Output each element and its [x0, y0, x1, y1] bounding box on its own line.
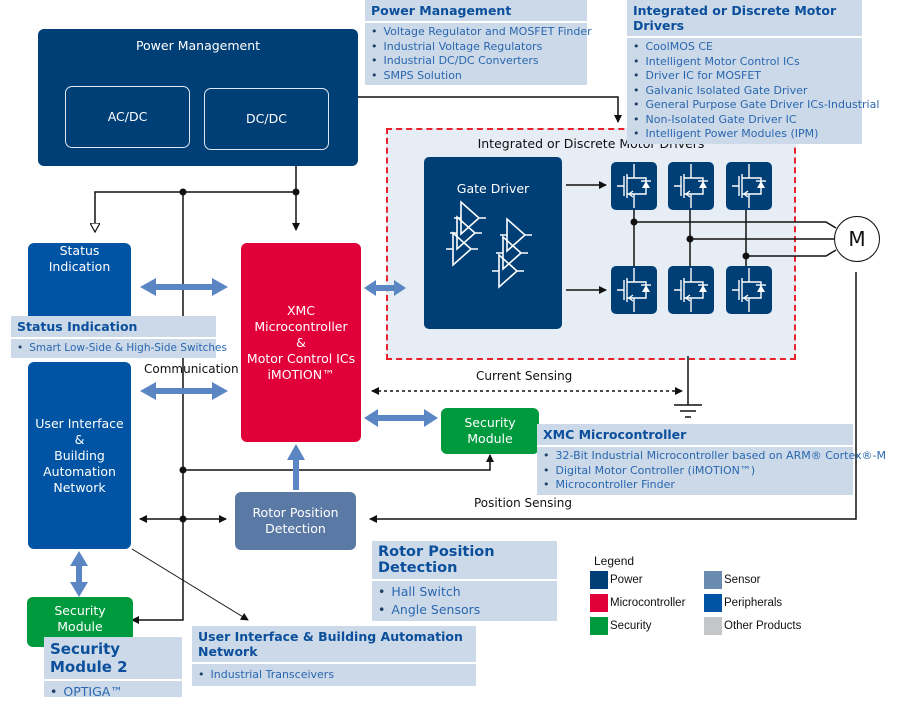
legend-swatch [704, 594, 722, 612]
legend-label: Peripherals [724, 597, 783, 609]
legend-item: Power [590, 571, 704, 589]
mcu-drivers-arrow [364, 280, 406, 296]
power-management-title: Power Management [135, 38, 261, 53]
gate-driver-block[interactable]: Gate Driver [424, 157, 562, 329]
info-xmc-microcontroller[interactable]: XMC Microcontroller 32-Bit Industrial Mi… [537, 424, 887, 495]
communication-label: Communication [144, 362, 239, 376]
legend-title: Legend [594, 554, 635, 568]
info-power-management[interactable]: Power Management Voltage Regulator and M… [365, 0, 592, 85]
motor-symbol[interactable]: M [834, 216, 880, 262]
info-title: Security Module 2 [44, 637, 182, 681]
legend-label: Power [610, 574, 643, 586]
power-bus-left [95, 191, 296, 232]
mosfet-low-3[interactable] [726, 266, 772, 314]
legend-item: Sensor [704, 571, 814, 589]
ui-security-arrow [70, 551, 88, 597]
legend-item: Other Products [704, 617, 814, 635]
info-link[interactable]: Voltage Regulator and MOSFET Finder [371, 25, 592, 40]
mosfet-icon [732, 268, 766, 312]
mosfet-high-2[interactable] [668, 162, 714, 210]
power-management-block[interactable]: Power Management AC/DC DC/DC [38, 29, 358, 166]
info-link[interactable]: Angle Sensors [378, 601, 551, 619]
info-title: Rotor Position Detection [372, 541, 557, 581]
info-title: Status Indication [11, 316, 216, 339]
legend-item: Peripherals [704, 594, 814, 612]
dcdc-block[interactable]: DC/DC [204, 88, 329, 150]
legend-label: Sensor [724, 574, 761, 586]
legend-swatch [590, 594, 608, 612]
info-link[interactable]: Non-Isolated Gate Driver IC [633, 113, 856, 128]
info-motor-drivers[interactable]: Integrated or Discrete Motor Drivers Coo… [627, 0, 880, 144]
info-link[interactable]: OPTIGA™ [50, 683, 176, 701]
info-link[interactable]: 32-Bit Industrial Microcontroller based … [543, 449, 887, 464]
info-link[interactable]: Hall Switch [378, 583, 551, 601]
legend-swatch [704, 571, 722, 589]
rotor-mcu-arrow [287, 444, 305, 490]
info-link[interactable]: Intelligent Power Modules (IPM) [633, 127, 856, 142]
mcu-security-arrow [364, 409, 438, 427]
info-rotor-position[interactable]: Rotor Position Detection Hall Switch Ang… [372, 541, 557, 621]
legend-swatch [590, 571, 608, 589]
info-link[interactable]: Industrial DC/DC Converters [371, 54, 581, 69]
info-link[interactable]: Intelligent Motor Control ICs [633, 55, 856, 70]
info-title: Integrated or Discrete Motor Drivers [627, 0, 862, 38]
mosfet-icon [674, 164, 708, 208]
info-link[interactable]: Smart Low-Side & High-Side Switches [17, 341, 227, 356]
info-security-module-2[interactable]: Security Module 2 OPTIGA™ [44, 637, 182, 699]
info-link[interactable]: Industrial Transceivers [198, 666, 470, 684]
legend-swatch [704, 617, 722, 635]
security-module-right-block[interactable]: Security Module [441, 408, 539, 454]
position-sensing-label: Position Sensing [474, 496, 572, 510]
legend-label: Other Products [724, 620, 802, 632]
legend: Legend Power Sensor Microcontroller Periphe… [590, 554, 814, 635]
legend-item: Security [590, 617, 704, 635]
mosfet-high-3[interactable] [726, 162, 772, 210]
status-mcu-arrow [140, 278, 228, 296]
amplifier-icon [446, 200, 532, 289]
user-interface-block[interactable]: User Interface & Building Automation Net… [28, 362, 131, 549]
rotor-position-block[interactable]: Rotor Position Detection [235, 492, 356, 550]
legend-label: Security [610, 620, 652, 632]
mosfet-high-1[interactable] [611, 162, 657, 210]
bus-to-security [183, 454, 494, 471]
mosfet-low-1[interactable] [611, 266, 657, 314]
acdc-block[interactable]: AC/DC [65, 86, 190, 148]
info-link[interactable]: Digital Motor Controller (iMOTION™) [543, 464, 847, 479]
mosfet-icon [732, 164, 766, 208]
info-user-interface[interactable]: User Interface & Building Automation Net… [192, 626, 476, 686]
info-title: XMC Microcontroller [537, 424, 853, 447]
mcu-block[interactable]: XMC Microcontroller & Motor Control ICs … [241, 243, 361, 442]
info-title: User Interface & Building Automation Net… [192, 626, 476, 664]
legend-item: Microcontroller [590, 594, 704, 612]
mosfet-icon [617, 268, 651, 312]
info-link[interactable]: Galvanic Isolated Gate Driver [633, 84, 856, 99]
info-link[interactable]: Driver IC for MOSFET [633, 69, 856, 84]
mosfet-icon [617, 164, 651, 208]
ui-to-info-link [131, 548, 249, 621]
info-title: Power Management [365, 0, 587, 23]
info-link[interactable]: SMPS Solution [371, 69, 581, 84]
ui-mcu-arrow [140, 382, 228, 400]
info-status-indication[interactable]: Status Indication Smart Low-Side & High-… [11, 316, 227, 358]
power-bus-vertical [131, 192, 184, 624]
legend-label: Microcontroller [610, 597, 686, 609]
info-link[interactable]: General Purpose Gate Driver ICs-Industri… [633, 98, 880, 113]
legend-swatch [590, 617, 608, 635]
power-to-drivers [358, 96, 622, 123]
mosfet-low-2[interactable] [668, 266, 714, 314]
info-link[interactable]: Industrial Voltage Regulators [371, 40, 581, 55]
info-link[interactable]: CoolMOS CE [633, 40, 856, 55]
current-sensing-label: Current Sensing [476, 369, 573, 383]
mosfet-icon [674, 268, 708, 312]
info-link[interactable]: Microcontroller Finder [543, 478, 847, 493]
